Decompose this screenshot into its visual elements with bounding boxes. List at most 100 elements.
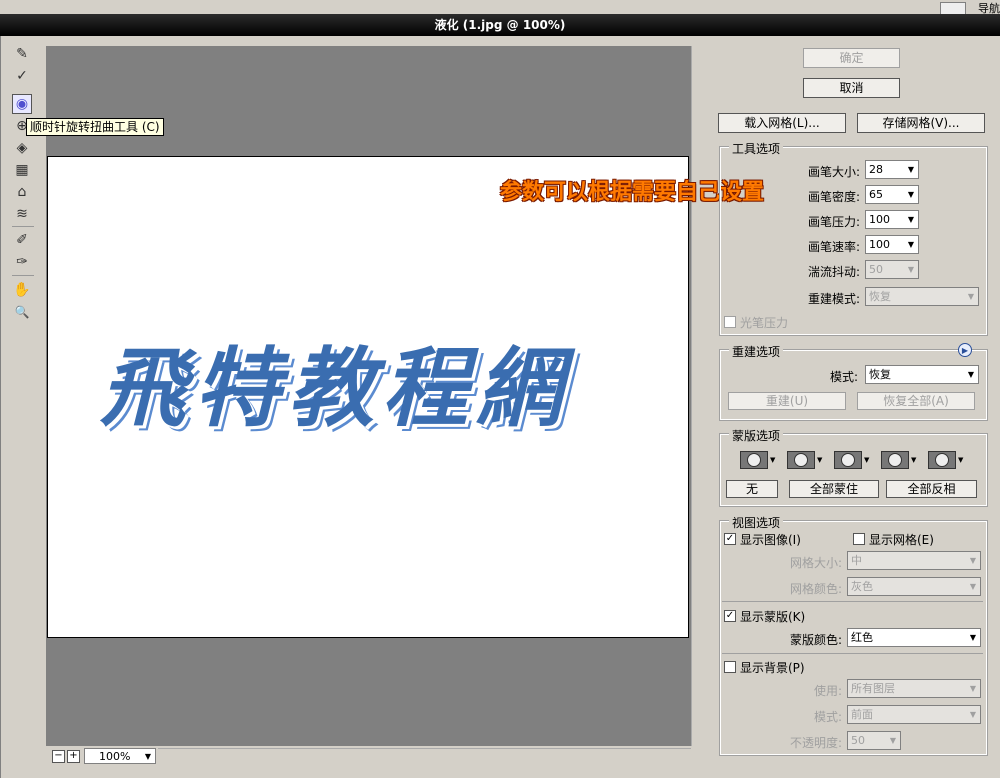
brush-size-value: 28 bbox=[869, 163, 883, 176]
invert-all-button[interactable]: 全部反相 bbox=[886, 480, 977, 498]
chevron-down-icon: ▼ bbox=[907, 190, 914, 199]
reconstruct-button[interactable]: 重建(U) bbox=[728, 392, 846, 410]
chevron-down-icon: ▼ bbox=[967, 292, 974, 301]
use-label: 使用: bbox=[813, 684, 842, 698]
mesh-color-select[interactable]: 灰色 ▼ bbox=[847, 577, 981, 596]
divider bbox=[722, 653, 983, 654]
reconstruct-menu-icon[interactable]: ▶ bbox=[958, 343, 972, 357]
mask-invert-icon[interactable]: ▼ bbox=[928, 451, 966, 469]
brush-density-value: 65 bbox=[869, 188, 883, 201]
bloat-tool-icon[interactable]: ◈ bbox=[12, 138, 32, 158]
brush-pressure-label: 画笔压力: bbox=[807, 215, 860, 229]
chevron-down-icon: ▼ bbox=[907, 215, 914, 224]
reconstruct-mode-select[interactable]: 恢复 ▼ bbox=[865, 287, 979, 306]
save-mesh-button[interactable]: 存储网格(V)... bbox=[857, 113, 985, 133]
mask-intersect-icon[interactable]: ▼ bbox=[881, 451, 919, 469]
opacity-label: 不透明度: bbox=[789, 736, 842, 750]
horizontal-scrollbar[interactable] bbox=[158, 748, 691, 765]
freeze-mask-tool-icon[interactable]: ✐ bbox=[12, 230, 32, 250]
zoom-tool-icon[interactable]: 🔍 bbox=[12, 302, 32, 322]
chevron-down-icon: ▼ bbox=[969, 633, 976, 642]
backdrop-mode-value: 前面 bbox=[851, 708, 873, 721]
backdrop-mode-label: 模式: bbox=[813, 710, 842, 724]
reconstruct-tool-icon[interactable]: ✓ bbox=[12, 66, 32, 86]
tool-tooltip: 顺时针旋转扭曲工具 (C) bbox=[26, 118, 164, 136]
reconstruct-options-title: 重建选项 bbox=[729, 343, 784, 360]
mesh-size-value: 中 bbox=[851, 554, 862, 567]
brush-size-label: 画笔大小: bbox=[807, 165, 860, 179]
mask-color-value: 红色 bbox=[851, 631, 873, 644]
mask-replace-icon[interactable]: ▼ bbox=[740, 451, 778, 469]
use-value: 所有图层 bbox=[851, 682, 895, 695]
mesh-color-value: 灰色 bbox=[851, 580, 873, 593]
toolbar-divider bbox=[12, 275, 34, 276]
show-mesh-label: 显示网格(E) bbox=[869, 533, 934, 547]
divider bbox=[722, 601, 983, 602]
window-title: 液化 (1.jpg @ 100%) bbox=[0, 14, 1000, 36]
show-mesh-checkbox[interactable] bbox=[853, 533, 865, 545]
recon-mode-select[interactable]: 恢复 ▼ bbox=[865, 365, 979, 384]
brush-rate-input[interactable]: 100 ▼ bbox=[865, 235, 919, 254]
ok-button[interactable]: 确定 bbox=[803, 48, 900, 68]
stylus-pressure-checkbox[interactable] bbox=[724, 316, 736, 328]
cancel-button[interactable]: 取消 bbox=[803, 78, 900, 98]
restore-all-button[interactable]: 恢复全部(A) bbox=[857, 392, 975, 410]
chevron-down-icon: ▼ bbox=[969, 582, 976, 591]
reconstruct-mode-value: 恢复 bbox=[869, 290, 891, 303]
reconstruct-mode-label: 重建模式: bbox=[807, 292, 860, 306]
opacity-input[interactable]: 50 ▼ bbox=[847, 731, 901, 750]
image-calligraphy-text: 飛特教程網 bbox=[100, 338, 570, 439]
brush-rate-value: 100 bbox=[869, 238, 890, 251]
show-image-label: 显示图像(I) bbox=[740, 533, 801, 547]
brush-density-label: 画笔密度: bbox=[807, 190, 860, 204]
hand-tool-icon[interactable]: ✋ bbox=[12, 280, 32, 300]
mask-add-icon[interactable]: ▼ bbox=[787, 451, 825, 469]
mask-options-title: 蒙版选项 bbox=[729, 427, 784, 444]
use-select[interactable]: 所有图层 ▼ bbox=[847, 679, 981, 698]
brush-pressure-input[interactable]: 100 ▼ bbox=[865, 210, 919, 229]
recon-mode-value: 恢复 bbox=[869, 368, 891, 381]
chevron-down-icon: ▼ bbox=[907, 240, 914, 249]
view-options-title: 视图选项 bbox=[729, 514, 784, 531]
chevron-down-icon: ▼ bbox=[907, 265, 914, 274]
thaw-mask-tool-icon[interactable]: ✑ bbox=[12, 252, 32, 272]
top-strip bbox=[0, 0, 1000, 14]
zoom-value: 100% bbox=[99, 750, 131, 763]
twirl-clockwise-tool-icon[interactable]: ◉ bbox=[12, 94, 32, 114]
show-image-checkbox[interactable]: ✓ bbox=[724, 533, 736, 545]
mirror-tool-icon[interactable]: ⌂ bbox=[12, 182, 32, 202]
turbulence-tool-icon[interactable]: ≋ bbox=[12, 204, 32, 224]
opacity-value: 50 bbox=[851, 734, 865, 747]
zoom-select[interactable]: 100% ▼ bbox=[84, 748, 156, 764]
turbulent-jitter-input[interactable]: 50 ▼ bbox=[865, 260, 919, 279]
zoom-in-button[interactable]: + bbox=[67, 750, 80, 763]
brush-pressure-value: 100 bbox=[869, 213, 890, 226]
toolbar-divider bbox=[12, 226, 34, 227]
brush-size-input[interactable]: 28 ▼ bbox=[865, 160, 919, 179]
recon-mode-label: 模式: bbox=[829, 370, 858, 384]
mask-all-button[interactable]: 全部蒙住 bbox=[789, 480, 879, 498]
mesh-color-label: 网格颜色: bbox=[789, 582, 842, 596]
mesh-size-select[interactable]: 中 ▼ bbox=[847, 551, 981, 570]
tool-options-title: 工具选项 bbox=[729, 140, 784, 157]
mask-color-select[interactable]: 红色 ▼ bbox=[847, 628, 981, 647]
mask-none-button[interactable]: 无 bbox=[726, 480, 778, 498]
brush-density-input[interactable]: 65 ▼ bbox=[865, 185, 919, 204]
push-left-tool-icon[interactable]: ▦ bbox=[12, 160, 32, 180]
turbulent-jitter-label: 湍流抖动: bbox=[807, 265, 860, 279]
show-mask-checkbox[interactable]: ✓ bbox=[724, 610, 736, 622]
show-mask-label: 显示蒙版(K) bbox=[740, 610, 806, 624]
zoom-out-button[interactable]: − bbox=[52, 750, 65, 763]
mask-subtract-icon[interactable]: ▼ bbox=[834, 451, 872, 469]
chevron-down-icon: ▼ bbox=[967, 370, 974, 379]
mask-color-label: 蒙版颜色: bbox=[789, 633, 842, 647]
vertical-scrollbar[interactable] bbox=[691, 46, 708, 746]
show-backdrop-checkbox[interactable] bbox=[724, 661, 736, 673]
backdrop-mode-select[interactable]: 前面 ▼ bbox=[847, 705, 981, 724]
load-mesh-button[interactable]: 载入网格(L)... bbox=[718, 113, 846, 133]
chevron-down-icon: ▼ bbox=[969, 710, 976, 719]
turbulent-jitter-value: 50 bbox=[869, 263, 883, 276]
mesh-size-label: 网格大小: bbox=[789, 556, 842, 570]
chevron-down-icon: ▼ bbox=[969, 684, 976, 693]
forward-warp-tool-icon[interactable]: ✎ bbox=[12, 44, 32, 64]
